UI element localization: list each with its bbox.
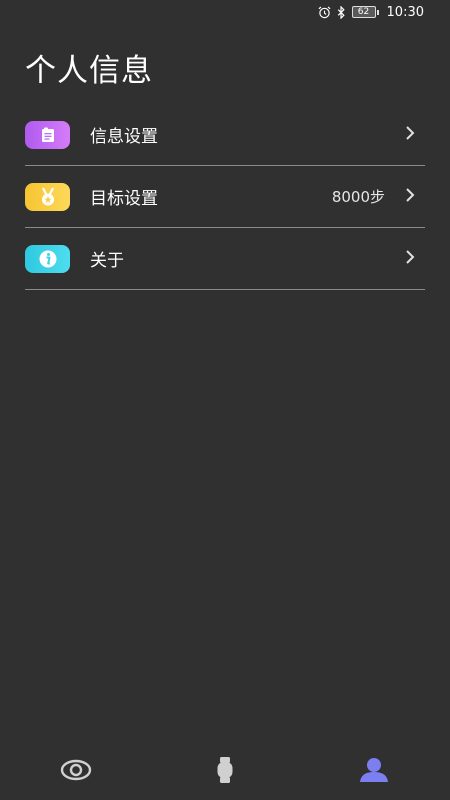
person-icon xyxy=(359,757,389,787)
medal-icon xyxy=(25,182,70,211)
status-time: 10:30 xyxy=(386,4,424,20)
goal-steps-value: 8000步 xyxy=(331,188,385,206)
status-bar: 62 10:30 xyxy=(0,0,450,24)
chevron-right-icon xyxy=(403,187,425,207)
screen: 62 10:30 个人信息 信息设置 目标设置 8000步 关于 xyxy=(0,0,450,800)
watch-icon xyxy=(216,756,234,788)
chevron-right-icon xyxy=(403,125,425,145)
battery-level: 62 xyxy=(351,6,376,18)
menu-item-label: 信息设置 xyxy=(90,127,158,147)
info-icon xyxy=(25,244,70,273)
menu-item-label: 关于 xyxy=(90,251,124,271)
nav-tab-eye[interactable] xyxy=(60,756,92,788)
chevron-right-icon xyxy=(403,249,425,269)
alarm-icon xyxy=(318,5,331,19)
nav-tab-profile[interactable] xyxy=(358,756,390,788)
bluetooth-icon xyxy=(337,5,346,19)
settings-list: 信息设置 目标设置 8000步 关于 xyxy=(25,104,425,290)
bottom-nav xyxy=(0,744,450,800)
menu-item-info-settings[interactable]: 信息设置 xyxy=(25,104,425,166)
menu-item-label: 目标设置 xyxy=(90,189,158,209)
menu-item-about[interactable]: 关于 xyxy=(25,228,425,290)
nav-tab-watch[interactable] xyxy=(209,756,241,788)
battery-icon: 62 xyxy=(351,6,379,18)
page-title: 个人信息 xyxy=(25,53,153,89)
menu-item-goal-settings[interactable]: 目标设置 8000步 xyxy=(25,166,425,228)
eye-icon xyxy=(60,759,92,785)
profile-card-icon xyxy=(25,120,70,149)
